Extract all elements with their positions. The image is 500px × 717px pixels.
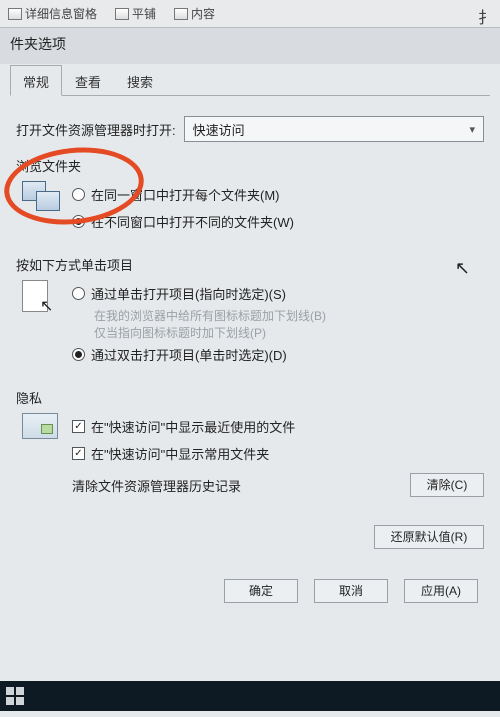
cutoff-char: 扌: [478, 4, 494, 28]
clear-button[interactable]: 清除(C): [410, 473, 484, 497]
open-with-row: 打开文件资源管理器时打开: 快速访问 ▾: [16, 116, 484, 142]
apply-button[interactable]: 应用(A): [404, 579, 478, 603]
tab-search[interactable]: 搜索: [114, 65, 166, 96]
tab-content: 打开文件资源管理器时打开: 快速访问 ▾ 浏览文件夹 在同一窗口中打开每个文件夹…: [10, 96, 490, 613]
restore-defaults-button[interactable]: 还原默认值(R): [374, 525, 484, 549]
checkbox-icon: [72, 447, 85, 460]
radio-icon: [72, 348, 85, 361]
ok-button[interactable]: 确定: [224, 579, 298, 603]
click-heading: 按如下方式单击项目: [16, 255, 484, 274]
radio-single-click[interactable]: 通过单击打开项目(指向时选定)(S): [72, 280, 484, 307]
dropdown-value: 快速访问: [193, 120, 245, 139]
browse-heading: 浏览文件夹: [16, 156, 484, 175]
dialog-footer: 确定 取消 应用(A): [16, 579, 484, 603]
tile-view-icon: [115, 8, 129, 20]
privacy-icon: [22, 413, 62, 445]
open-with-label: 打开文件资源管理器时打开:: [16, 120, 176, 139]
chevron-down-icon: ▾: [469, 123, 475, 136]
privacy-group: 在"快速访问"中显示最近使用的文件 在"快速访问"中显示常用文件夹 清除文件资源…: [22, 413, 484, 497]
tab-view[interactable]: 查看: [62, 65, 114, 96]
radio-icon: [72, 287, 85, 300]
cancel-button[interactable]: 取消: [314, 579, 388, 603]
open-with-dropdown[interactable]: 快速访问 ▾: [184, 116, 484, 142]
check-recent-files[interactable]: 在"快速访问"中显示最近使用的文件: [72, 413, 484, 440]
browse-folders-icon: [22, 181, 62, 215]
folder-options-dialog: 常规 查看 搜索 打开文件资源管理器时打开: 快速访问 ▾ 浏览文件夹 在同一窗…: [0, 64, 500, 717]
start-button-icon[interactable]: [6, 687, 24, 705]
click-group: ↖ 通过单击打开项目(指向时选定)(S) 在我的浏览器中给所有图标标题加下划线(…: [22, 280, 484, 368]
radio-same-window[interactable]: 在同一窗口中打开每个文件夹(M): [72, 181, 484, 208]
restore-row: 还原默认值(R): [16, 525, 484, 549]
check-frequent-folders[interactable]: 在"快速访问"中显示常用文件夹: [72, 440, 484, 467]
content-view-icon: [174, 8, 188, 20]
tab-general[interactable]: 常规: [10, 65, 62, 96]
clear-history-label: 清除文件资源管理器历史记录: [72, 476, 400, 495]
radio-icon: [72, 188, 85, 201]
tabs: 常规 查看 搜索: [10, 64, 490, 96]
ribbon-item-tile[interactable]: 平铺: [115, 5, 156, 22]
radio-icon: [72, 215, 85, 228]
radio-new-window[interactable]: 在不同窗口中打开不同的文件夹(W): [72, 208, 484, 235]
ribbon-strip: 详细信息窗格 平铺 内容 扌: [0, 0, 500, 28]
ribbon-item-content[interactable]: 内容: [174, 5, 215, 22]
dialog-title: 件夹选项: [0, 28, 500, 58]
sub-underline-hover: 仅当指向图标标题时加下划线(P): [72, 324, 484, 341]
taskbar: [0, 681, 500, 711]
checkbox-icon: [72, 420, 85, 433]
sub-underline-all: 在我的浏览器中给所有图标标题加下划线(B): [72, 307, 484, 324]
privacy-heading: 隐私: [16, 388, 484, 407]
browse-group: 在同一窗口中打开每个文件夹(M) 在不同窗口中打开不同的文件夹(W): [22, 181, 484, 235]
radio-double-click[interactable]: 通过双击打开项目(单击时选定)(D): [72, 341, 484, 368]
ribbon-item-details[interactable]: 详细信息窗格: [8, 5, 97, 22]
details-pane-icon: [8, 8, 22, 20]
click-items-icon: ↖: [22, 280, 62, 318]
cursor-icon: ↖: [455, 258, 470, 279]
